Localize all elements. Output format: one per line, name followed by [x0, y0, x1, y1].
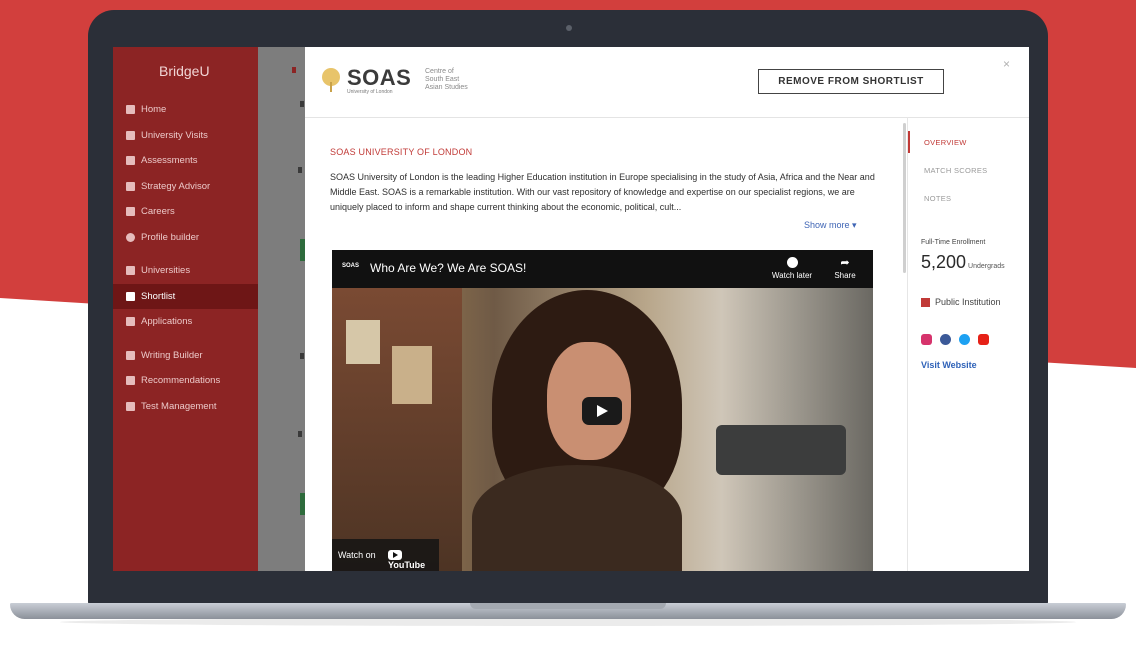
show-more-link[interactable]: Show more ▾ [804, 220, 857, 231]
institution-type: Public Institution [921, 297, 1001, 308]
sidebar-item-careers[interactable]: Careers [113, 199, 258, 225]
sidebar-item-test-management[interactable]: Test Management [113, 394, 258, 420]
pencil-icon [126, 350, 135, 360]
video-title[interactable]: Who Are We? We Are SOAS! [370, 261, 526, 275]
tab-notes[interactable]: NOTES [924, 194, 951, 203]
sidebar-nav: Home University Visits Assessments Strat… [113, 97, 258, 419]
logo-subtitle: University of London [347, 89, 393, 95]
twitter-icon[interactable] [959, 334, 970, 345]
close-icon[interactable]: × [1003, 57, 1010, 71]
youtube-logo: YouTube [388, 549, 439, 570]
facebook-icon[interactable] [940, 334, 951, 345]
overview-content: SOAS UNIVERSITY OF LONDON SOAS Universit… [305, 117, 905, 571]
sidebar-item-universities[interactable]: Universities [113, 258, 258, 284]
channel-logo[interactable]: SOAS [342, 263, 359, 269]
sidebar-item-university-visits[interactable]: University Visits [113, 123, 258, 149]
university-description: SOAS University of London is the leading… [330, 172, 875, 212]
share-button[interactable]: ➦ Share [828, 257, 862, 280]
tree-logo-icon [322, 68, 340, 92]
sidebar: BridgeU Home University Visits Assessmen… [113, 47, 258, 571]
remove-from-shortlist-button[interactable]: REMOVE FROM SHORTLIST [758, 69, 944, 94]
briefcase-icon [126, 207, 135, 217]
social-links [921, 334, 989, 345]
play-button[interactable] [582, 397, 622, 425]
text-fragment [298, 167, 302, 173]
video-title-bar: SOAS Who Are We? We Are SOAS! Watch late… [332, 250, 873, 288]
thumbnail-person-body [472, 465, 682, 571]
people-icon [126, 266, 135, 276]
sidebar-item-home[interactable]: Home [113, 97, 258, 123]
document-icon [126, 156, 135, 166]
thumbnail-chair [716, 425, 846, 475]
sidebar-item-strategy-advisor[interactable]: Strategy Advisor [113, 174, 258, 200]
text-fragment [300, 101, 304, 107]
clipboard-icon [126, 317, 135, 327]
enrollment-value: 5,200 Undergrads [921, 252, 1005, 272]
modal-side-panel: OVERVIEW MATCH SCORES NOTES Full-Time En… [907, 117, 1029, 571]
webcam [566, 25, 572, 31]
enrollment-unit: Undergrads [968, 263, 1005, 270]
share-arrow-icon: ➦ [840, 257, 850, 269]
youtube-icon [388, 549, 402, 560]
watch-later-button[interactable]: Watch later [770, 257, 814, 280]
laptop-notch [470, 603, 666, 609]
bank-icon [921, 298, 930, 308]
sidebar-item-writing-builder[interactable]: Writing Builder [113, 343, 258, 369]
visit-website-link[interactable]: Visit Website [921, 360, 977, 370]
user-icon [126, 232, 135, 242]
logo-tagline: Centre of South East Asian Studies [425, 68, 468, 91]
video-player[interactable]: SOAS Who Are We? We Are SOAS! Watch late… [332, 250, 873, 571]
fork-icon [126, 181, 135, 191]
sidebar-item-profile-builder[interactable]: Profile builder [113, 225, 258, 251]
mail-icon [126, 376, 135, 386]
content-scrollbar[interactable] [903, 123, 906, 273]
background-page-overlay [258, 47, 305, 571]
tab-match-scores[interactable]: MATCH SCORES [924, 166, 987, 175]
screen: BridgeU Home University Visits Assessmen… [113, 47, 1029, 571]
brand-logo[interactable]: BridgeU [159, 63, 210, 79]
text-fragment [300, 353, 304, 359]
sidebar-item-applications[interactable]: Applications [113, 309, 258, 335]
sidebar-item-assessments[interactable]: Assessments [113, 148, 258, 174]
active-tab-indicator [908, 131, 910, 153]
university-name: SOAS UNIVERSITY OF LONDON [330, 147, 473, 157]
university-modal: SOAS University of London Centre of Sout… [305, 47, 1029, 571]
enrollment-label: Full-Time Enrollment [921, 239, 986, 246]
watch-on-label: Watch on [338, 550, 376, 560]
home-icon [126, 105, 135, 115]
tab-overview[interactable]: OVERVIEW [924, 138, 967, 147]
text-fragment [298, 431, 302, 437]
youtube-social-icon[interactable] [978, 334, 989, 345]
clock-icon [786, 257, 798, 268]
sidebar-item-recommendations[interactable]: Recommendations [113, 368, 258, 394]
sidebar-item-shortlist[interactable]: Shortlist [113, 283, 258, 309]
calendar-icon [126, 130, 135, 140]
laptop-shadow [60, 618, 1076, 626]
bookmark-icon [126, 291, 135, 301]
soas-logo-text: SOAS [347, 65, 412, 90]
thumbnail-poster [346, 320, 380, 364]
modal-header: SOAS University of London Centre of Sout… [305, 47, 1029, 118]
watch-on-youtube-bar[interactable]: Watch on YouTube [332, 539, 439, 571]
tab-marker [292, 67, 296, 73]
thumbnail-poster [392, 346, 432, 404]
instagram-icon[interactable] [921, 334, 932, 345]
copy-icon [126, 401, 135, 411]
